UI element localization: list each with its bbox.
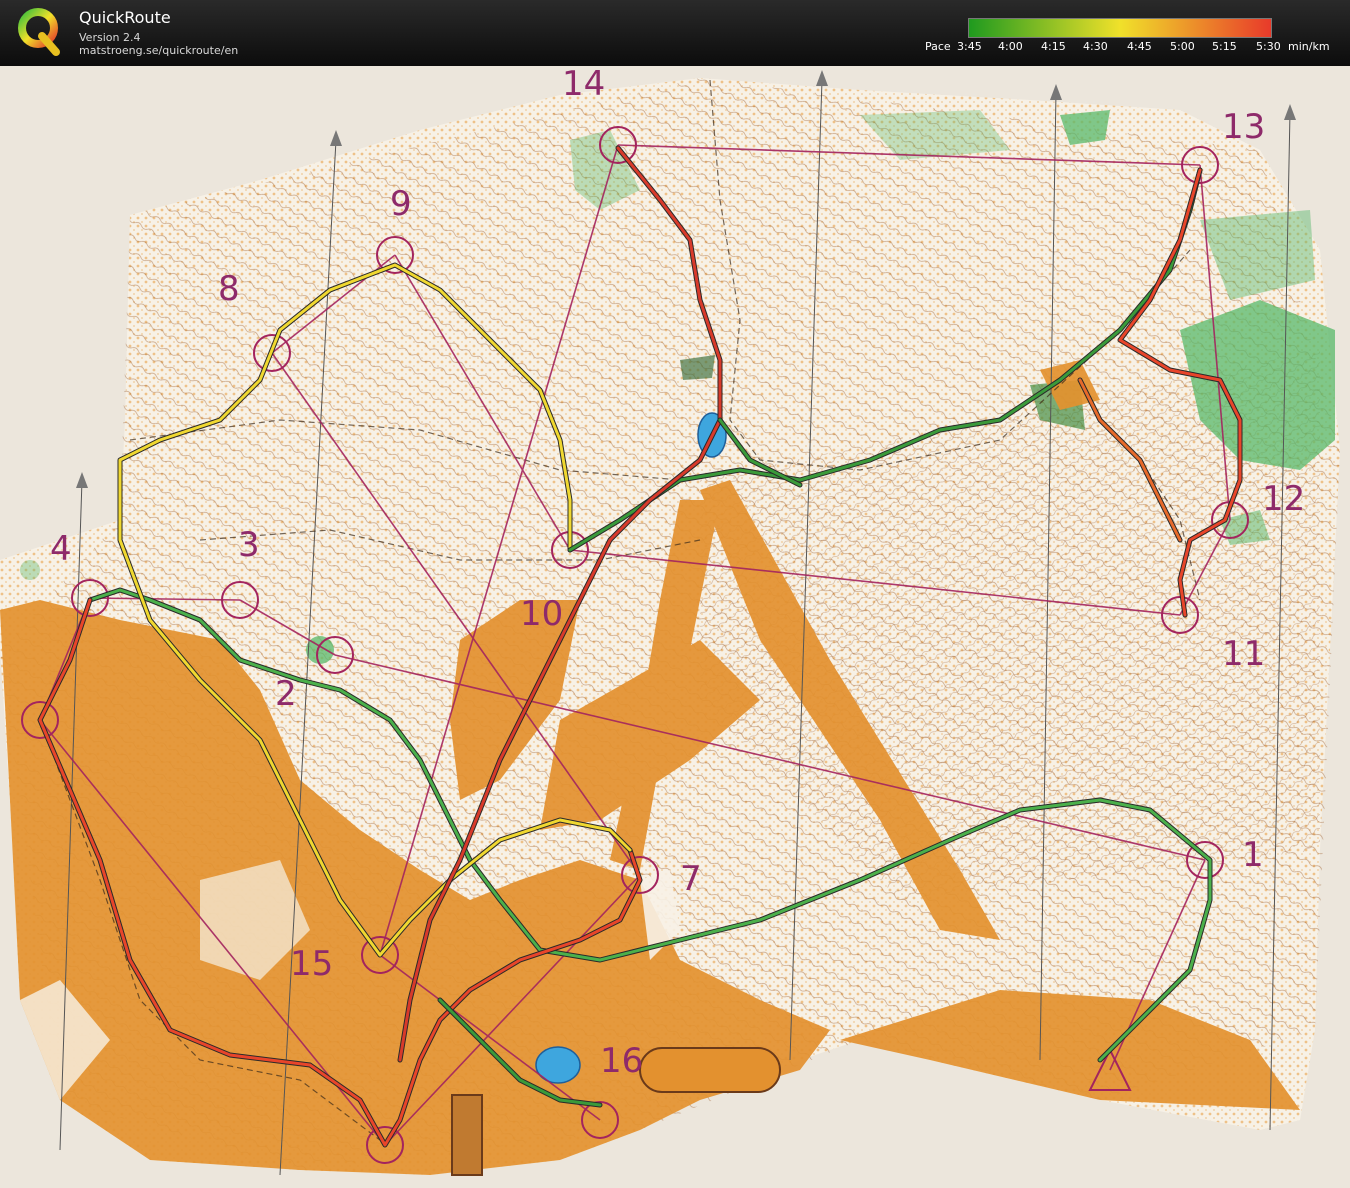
map-canvas[interactable]: 1 2 3 4 7 8 9 10 11 12 13 14 15 16 — [0, 66, 1350, 1188]
control-number: 1 — [1242, 835, 1264, 875]
orienteering-map[interactable]: 1 2 3 4 7 8 9 10 11 12 13 14 15 16 — [0, 66, 1350, 1188]
pace-color-scale — [968, 18, 1272, 38]
pace-unit: min/km — [1288, 40, 1330, 53]
quickroute-logo-icon — [18, 8, 60, 56]
control-number: 7 — [680, 859, 702, 899]
control-number: 13 — [1222, 107, 1265, 147]
pace-prefix: Pace — [925, 40, 951, 53]
control-number: 16 — [600, 1041, 643, 1081]
pace-tick: 4:15 — [1041, 40, 1066, 53]
pace-tick: 4:00 — [998, 40, 1023, 53]
app-version: Version 2.4 — [79, 31, 141, 44]
control-number: 4 — [50, 529, 72, 569]
pace-tick: 4:45 — [1127, 40, 1152, 53]
pace-tick: 3:45 — [957, 40, 982, 53]
app-header: QuickRoute Version 2.4 matstroeng.se/qui… — [0, 0, 1350, 66]
pace-tick: 5:30 — [1256, 40, 1281, 53]
control-number: 12 — [1262, 479, 1305, 519]
app-name: QuickRoute — [79, 8, 171, 27]
control-number: 10 — [520, 594, 563, 634]
control-number: 11 — [1222, 634, 1265, 674]
control-number: 8 — [218, 269, 240, 309]
pace-tick: 4:30 — [1083, 40, 1108, 53]
control-number: 15 — [290, 944, 333, 984]
control-number: 3 — [238, 525, 260, 565]
pace-legend: Pace 3:45 4:00 4:15 4:30 4:45 5:00 5:15 … — [920, 18, 1340, 58]
pace-tick: 5:15 — [1212, 40, 1237, 53]
pace-tick: 5:00 — [1170, 40, 1195, 53]
control-number: 14 — [562, 66, 605, 104]
control-number: 9 — [390, 184, 412, 224]
app-url[interactable]: matstroeng.se/quickroute/en — [79, 44, 238, 57]
